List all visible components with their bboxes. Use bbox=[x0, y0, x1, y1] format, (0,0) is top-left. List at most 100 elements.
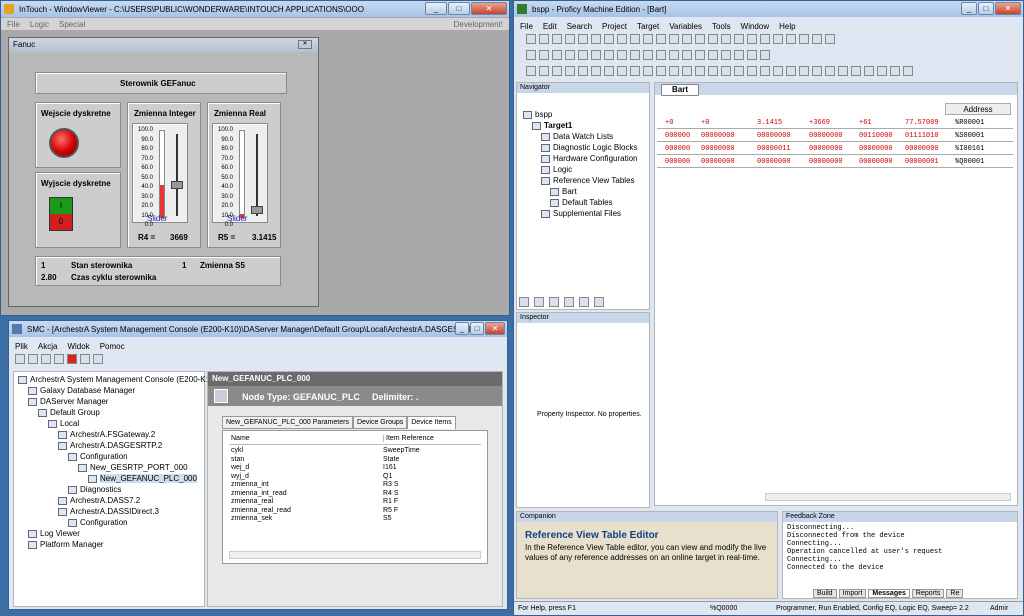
nav-tree-item[interactable]: Supplemental Files bbox=[523, 208, 638, 219]
reference-hscroll[interactable] bbox=[765, 493, 1011, 501]
tree-item[interactable]: Diagnostics bbox=[18, 484, 217, 495]
table-hscroll[interactable] bbox=[229, 551, 481, 559]
toolbar-button-icon[interactable] bbox=[734, 50, 744, 60]
nav-tab-lock-icon[interactable] bbox=[579, 297, 589, 307]
toolbar-button-icon[interactable] bbox=[669, 66, 679, 76]
back-icon[interactable] bbox=[15, 354, 25, 364]
menu-plik[interactable]: Plik bbox=[15, 342, 28, 351]
smc-restore-button[interactable]: □ bbox=[470, 322, 484, 335]
nav-tab-help-icon[interactable] bbox=[594, 297, 604, 307]
toolbar-button-icon[interactable] bbox=[695, 66, 705, 76]
toolbar-button-icon[interactable] bbox=[825, 34, 835, 44]
console-icon[interactable] bbox=[93, 354, 103, 364]
proficy-maximize-button[interactable]: □ bbox=[978, 2, 994, 15]
toolbar-button-icon[interactable] bbox=[656, 66, 666, 76]
reference-value[interactable]: +0 bbox=[665, 117, 673, 129]
toolbar-button-icon[interactable] bbox=[734, 66, 744, 76]
nav-tree-item[interactable]: Reference View Tables bbox=[523, 175, 638, 186]
toolbar-button-icon[interactable] bbox=[669, 34, 679, 44]
smc-titlebar[interactable]: SMC - [ArchestrA System Management Conso… bbox=[9, 321, 507, 337]
toolbar-button-icon[interactable] bbox=[617, 66, 627, 76]
menu-logic[interactable]: Logic bbox=[30, 20, 49, 29]
toolbar-button-icon[interactable] bbox=[747, 66, 757, 76]
toolbar-button-icon[interactable] bbox=[565, 34, 575, 44]
tab-bart[interactable]: Bart bbox=[661, 84, 700, 96]
fanuc-close-button[interactable]: ✕ bbox=[298, 40, 312, 49]
smc-close-button[interactable]: ✕ bbox=[485, 322, 505, 335]
toolbar-button-icon[interactable] bbox=[773, 34, 783, 44]
tree-item[interactable]: Configuration bbox=[18, 517, 217, 528]
nav-tree-item[interactable]: Hardware Configuration bbox=[523, 153, 638, 164]
nav-tab-tools-icon[interactable] bbox=[534, 297, 544, 307]
toolbar-button-icon[interactable] bbox=[526, 50, 536, 60]
forward-icon[interactable] bbox=[28, 354, 38, 364]
nav-tree-item[interactable]: Logic bbox=[523, 164, 638, 175]
tree-item[interactable]: DAServer Manager bbox=[18, 396, 217, 407]
toolbar-button-icon[interactable] bbox=[721, 66, 731, 76]
tab-parameters[interactable]: New_GEFANUC_PLC_000 Parameters bbox=[222, 416, 353, 429]
menu-akcja[interactable]: Akcja bbox=[38, 342, 58, 351]
tree-item[interactable]: Platform Manager bbox=[18, 539, 217, 550]
real-slider[interactable] bbox=[251, 134, 263, 216]
nav-tree-item[interactable]: Data Watch Lists bbox=[523, 131, 638, 142]
tree-item[interactable]: Configuration bbox=[18, 451, 217, 462]
tree-item[interactable]: Default Group bbox=[18, 407, 217, 418]
col-name[interactable]: Name bbox=[231, 435, 250, 442]
toolbar-button-icon[interactable] bbox=[760, 66, 770, 76]
smc-minimize-button[interactable]: _ bbox=[455, 322, 469, 335]
menu-file[interactable]: File bbox=[520, 22, 533, 31]
table-row[interactable]: zmienna_int R3 S bbox=[231, 481, 481, 490]
toolbar-button-icon[interactable] bbox=[708, 66, 718, 76]
feedback-tab[interactable]: Re bbox=[946, 589, 964, 598]
fanuc-titlebar[interactable]: Fanuc ✕ bbox=[9, 38, 318, 52]
toolbar-button-icon[interactable] bbox=[539, 66, 549, 76]
table-row[interactable]: wyj_d Q1 bbox=[231, 473, 481, 482]
menu-window[interactable]: Window bbox=[741, 22, 769, 31]
delete-icon[interactable] bbox=[67, 354, 77, 364]
toolbar-button-icon[interactable] bbox=[539, 34, 549, 44]
tree-item[interactable]: ArchestrA.DASS7.2 bbox=[18, 495, 217, 506]
tree-item[interactable]: ArchestrA.FSGateway.2 bbox=[18, 429, 217, 440]
toolbar-button-icon[interactable] bbox=[630, 50, 640, 60]
toolbar-button-icon[interactable] bbox=[578, 34, 588, 44]
reference-value[interactable]: 00000000 bbox=[757, 156, 791, 168]
toolbar-button-icon[interactable] bbox=[799, 66, 809, 76]
reference-value[interactable]: 00000000 bbox=[809, 143, 843, 155]
real-slider-thumb[interactable] bbox=[251, 205, 263, 214]
toolbar-button-icon[interactable] bbox=[604, 34, 614, 44]
toolbar-button-icon[interactable] bbox=[825, 66, 835, 76]
toolbar-button-icon[interactable] bbox=[760, 34, 770, 44]
reference-value[interactable]: 00000001 bbox=[905, 156, 939, 168]
toolbar-button-icon[interactable] bbox=[786, 34, 796, 44]
toolbar-button-icon[interactable] bbox=[643, 50, 653, 60]
toolbar-button-icon[interactable] bbox=[682, 66, 692, 76]
reference-value[interactable]: 000000 bbox=[665, 156, 690, 168]
toolbar-button-icon[interactable] bbox=[890, 66, 900, 76]
reference-value[interactable]: 01111010 bbox=[905, 130, 939, 142]
reference-value[interactable]: +61 bbox=[859, 117, 872, 129]
table-row[interactable]: cykl SweepTime bbox=[231, 447, 481, 456]
toolbar-button-icon[interactable] bbox=[617, 34, 627, 44]
toolbar-button-icon[interactable] bbox=[591, 34, 601, 44]
toolbar-button-icon[interactable] bbox=[682, 34, 692, 44]
menu-target[interactable]: Target bbox=[637, 22, 659, 31]
tree-item[interactable]: ArchestrA.DASSIDirect.3 bbox=[18, 506, 217, 517]
nav-tree-item[interactable]: Bart bbox=[523, 186, 638, 197]
toolbar-button-icon[interactable] bbox=[578, 50, 588, 60]
toolbar-button-icon[interactable] bbox=[708, 50, 718, 60]
reference-row[interactable]: +0 +0 3.1415 +3669 +61 77.57009 %R00001 bbox=[657, 117, 1013, 129]
menu-edit[interactable]: Edit bbox=[543, 22, 557, 31]
close-button[interactable]: ✕ bbox=[471, 2, 507, 15]
feedback-tab[interactable]: Build bbox=[813, 589, 837, 598]
nav-tree-item[interactable]: Default Tables bbox=[523, 197, 638, 208]
toolbar-button-icon[interactable] bbox=[695, 50, 705, 60]
toolbar-button-icon[interactable] bbox=[747, 34, 757, 44]
reference-value[interactable]: 00000000 bbox=[809, 130, 843, 142]
table-row[interactable]: zmienna_real R1 F bbox=[231, 498, 481, 507]
toolbar-button-icon[interactable] bbox=[617, 50, 627, 60]
nav-tab-options-icon[interactable] bbox=[564, 297, 574, 307]
tab-device-groups[interactable]: Device Groups bbox=[352, 416, 408, 429]
reference-value[interactable]: 00000000 bbox=[701, 156, 735, 168]
nav-tree-item[interactable]: bspp bbox=[523, 109, 638, 120]
nav-tree-item[interactable]: Diagnostic Logic Blocks bbox=[523, 142, 638, 153]
